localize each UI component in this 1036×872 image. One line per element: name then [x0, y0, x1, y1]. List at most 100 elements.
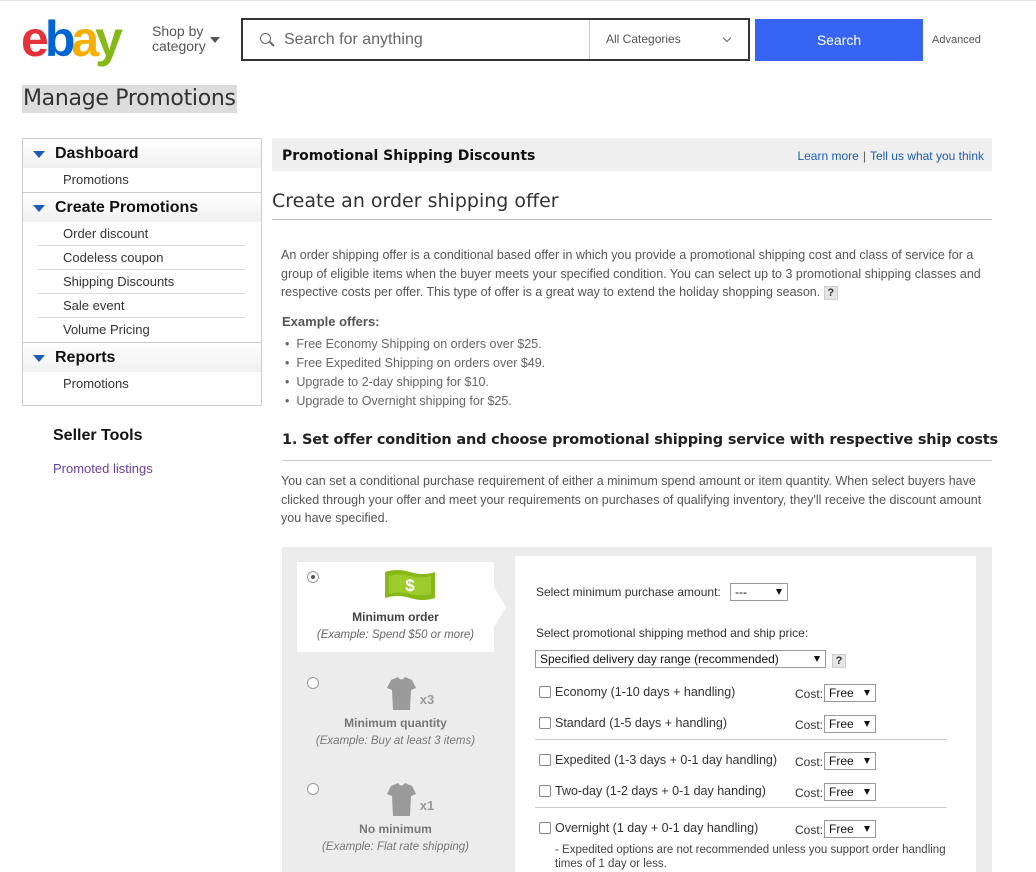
shipping-service-row: Overnight (1 day + 0-1 day handling) Cos… — [539, 820, 959, 838]
service-checkbox[interactable] — [539, 686, 551, 698]
cost-select[interactable]: Free — [824, 783, 876, 801]
page-title: Manage Promotions — [22, 85, 237, 113]
cost-value: Free — [829, 686, 854, 700]
cost-select[interactable]: Free — [824, 820, 876, 838]
advanced-search-link[interactable]: Advanced — [932, 34, 981, 46]
shop-by-line2: category — [152, 38, 206, 54]
help-icon[interactable]: ? — [823, 285, 838, 300]
section-header-bar: Promotional Shipping Discounts Learn mor… — [272, 138, 992, 171]
cost-select[interactable]: Free — [824, 752, 876, 770]
step1-heading: 1. Set offer condition and choose promot… — [282, 432, 998, 448]
condition-title: Minimum quantity — [344, 716, 447, 730]
section-title: Create Promotions — [55, 199, 199, 216]
section-header-title: Promotional Shipping Discounts — [282, 148, 536, 164]
dropdown-arrow-icon — [776, 589, 782, 595]
triangle-down-icon — [33, 205, 45, 212]
condition-option-minimum-quantity[interactable]: x3 Minimum quantity (Example: Buy at lea… — [297, 668, 494, 758]
cost-value: Free — [829, 785, 854, 799]
sidebar-section-reports[interactable]: Reports — [23, 343, 261, 372]
radio-minimum-order[interactable] — [307, 571, 319, 583]
logo-letter-e: e — [21, 11, 49, 67]
cost-select[interactable]: Free — [824, 715, 876, 733]
sidebar-item-shipping-discounts[interactable]: Shipping Discounts — [37, 270, 245, 294]
shop-by-category-button[interactable]: Shop by category — [152, 23, 220, 54]
cost-value: Free — [829, 754, 854, 768]
cost-label: Cost: — [795, 687, 824, 701]
dropdown-arrow-icon — [864, 690, 870, 696]
service-checkbox[interactable] — [539, 785, 551, 797]
min-purchase-select[interactable]: --- — [730, 583, 788, 601]
help-icon[interactable]: ? — [832, 654, 846, 668]
offer-settings-panel: Select minimum purchase amount: --- Sele… — [515, 556, 976, 872]
service-checkbox[interactable] — [539, 717, 551, 729]
service-name: Overnight (1 day + 0-1 day handling) — [555, 821, 759, 835]
category-select[interactable]: All Categories — [589, 20, 748, 59]
service-checkbox[interactable] — [539, 822, 551, 834]
sidebar-item-dashboard-promotions[interactable]: Promotions — [37, 168, 245, 192]
list-item: Free Expedited Shipping on orders over $… — [285, 354, 545, 373]
ebay-logo[interactable]: ebay — [21, 11, 123, 67]
step-divider — [282, 460, 992, 461]
shop-by-line1: Shop by — [152, 23, 204, 39]
dropdown-arrow-icon — [864, 758, 870, 764]
logo-letter-b: b — [44, 11, 75, 67]
header-links: Learn more | Tell us what you think — [797, 149, 984, 163]
logo-letter-y: y — [95, 11, 123, 67]
quantity-text: x1 — [420, 798, 434, 813]
sidebar-item-reports-promotions[interactable]: Promotions — [37, 372, 245, 396]
link-separator: | — [862, 149, 866, 163]
category-value: All Categories — [606, 32, 681, 46]
promoted-listings-link[interactable]: Promoted listings — [53, 461, 153, 476]
shipping-method-value: Specified delivery day range (recommende… — [540, 652, 779, 666]
search-input[interactable] — [284, 30, 574, 49]
triangle-down-icon — [33, 355, 45, 362]
sidebar-item-sale-event[interactable]: Sale event — [37, 294, 245, 318]
search-button[interactable]: Search — [755, 19, 923, 61]
radio-no-minimum[interactable] — [307, 783, 319, 795]
sidebar-section-create-promotions[interactable]: Create Promotions — [23, 193, 261, 222]
money-symbol: $ — [405, 576, 415, 595]
list-item: Upgrade to 2-day shipping for $10. — [285, 373, 545, 392]
shipping-method-select[interactable]: Specified delivery day range (recommende… — [535, 650, 826, 668]
selection-arrow — [494, 587, 506, 627]
condition-option-no-minimum[interactable]: x1 No minimum (Example: Flat rate shippi… — [297, 774, 494, 864]
condition-option-minimum-order[interactable]: $ Minimum order (Example: Spend $50 or m… — [297, 562, 494, 652]
expedited-note: - Expedited options are not recommended … — [555, 844, 946, 870]
learn-more-link[interactable]: Learn more — [797, 149, 858, 163]
dropdown-arrow-icon — [814, 656, 820, 662]
cost-select[interactable]: Free — [824, 684, 876, 702]
shipping-method-label: Select promotional shipping method and s… — [536, 626, 809, 640]
shipping-service-row: Two-day (1-2 days + 0-1 day handing) Cos… — [539, 783, 959, 801]
service-checkbox[interactable] — [539, 754, 551, 766]
cost-label: Cost: — [795, 823, 824, 837]
service-name: Two-day (1-2 days + 0-1 day handing) — [555, 784, 766, 798]
condition-title: No minimum — [359, 822, 432, 836]
list-item: Upgrade to Overnight shipping for $25. — [285, 392, 545, 411]
service-group-divider — [535, 739, 947, 740]
condition-example: (Example: Spend $50 or more) — [316, 629, 475, 641]
cost-label: Cost: — [795, 718, 824, 732]
title-divider — [272, 219, 992, 220]
cost-value: Free — [829, 822, 854, 836]
sidebar-item-volume-pricing[interactable]: Volume Pricing — [37, 318, 245, 342]
sidebar-section-dashboard[interactable]: Dashboard — [23, 139, 261, 168]
dropdown-arrow-icon — [864, 789, 870, 795]
examples-heading: Example offers: — [282, 314, 380, 329]
seller-tools-heading: Seller Tools — [53, 427, 143, 444]
condition-title: Minimum order — [352, 610, 439, 624]
offer-condition-panel: $ Minimum order (Example: Spend $50 or m… — [282, 547, 992, 872]
triangle-down-icon — [33, 151, 45, 158]
shirt-icon: x3 — [387, 677, 434, 710]
create-offer-title: Create an order shipping offer — [272, 190, 559, 212]
sidebar-item-codeless-coupon[interactable]: Codeless coupon — [37, 246, 245, 270]
service-name: Expedited (1-3 days + 0-1 day handling) — [555, 753, 778, 767]
search-bar: All Categories — [241, 18, 750, 61]
feedback-link[interactable]: Tell us what you think — [870, 149, 984, 163]
sidebar-item-order-discount[interactable]: Order discount — [37, 222, 245, 246]
condition-example: (Example: Buy at least 3 items) — [315, 735, 476, 747]
radio-minimum-quantity[interactable] — [307, 677, 319, 689]
section-title: Reports — [55, 349, 116, 366]
shipping-service-row: Economy (1-10 days + handling) Cost: Fre… — [539, 684, 959, 702]
service-name: Economy (1-10 days + handling) — [555, 685, 736, 699]
service-group-divider — [535, 807, 947, 808]
